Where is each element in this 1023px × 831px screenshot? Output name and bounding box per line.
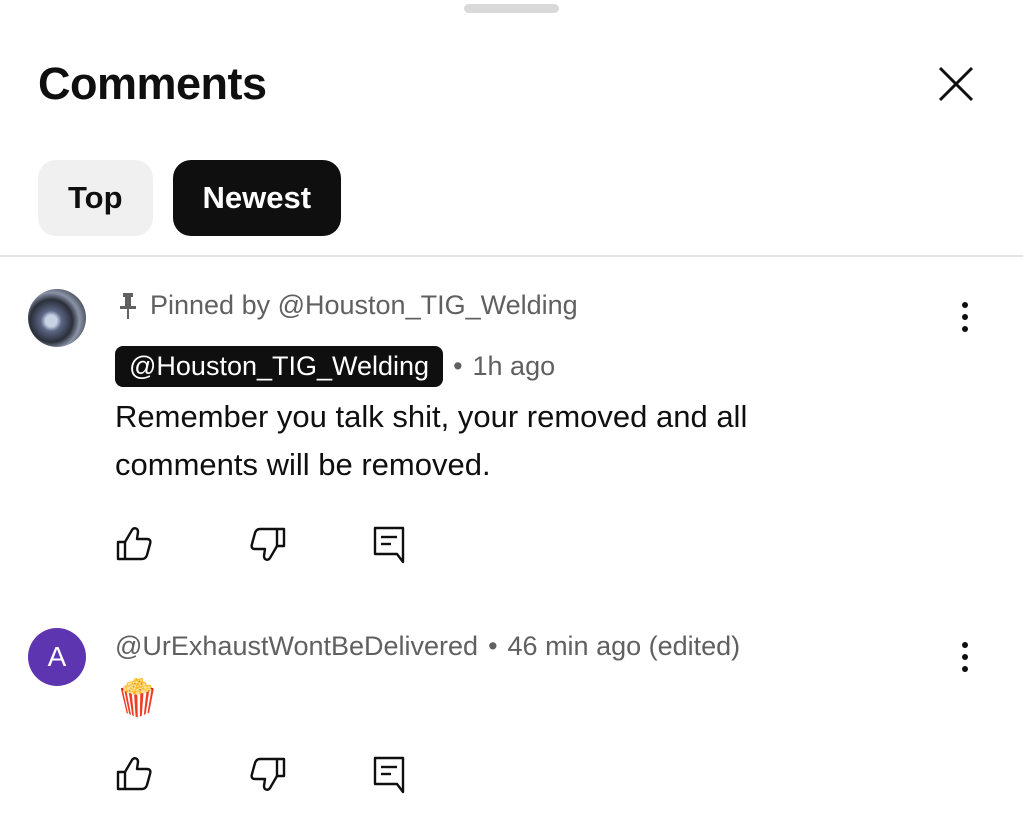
chip-newest[interactable]: Newest bbox=[172, 160, 342, 236]
page-title: Comments bbox=[38, 58, 267, 109]
like-button[interactable] bbox=[114, 754, 154, 794]
comment-text: Remember you talk shit, your removed and… bbox=[115, 399, 748, 482]
avatar[interactable] bbox=[28, 289, 86, 347]
more-vert-icon bbox=[962, 302, 968, 308]
reply-icon bbox=[373, 526, 405, 564]
more-vert-icon bbox=[962, 642, 968, 648]
reply-button[interactable] bbox=[370, 524, 410, 564]
pin-icon bbox=[120, 292, 136, 319]
sort-chips: Top Newest bbox=[38, 160, 342, 236]
thumbs-up-icon bbox=[116, 757, 152, 791]
comment-meta: @Houston_TIG_Welding • 1h ago bbox=[115, 346, 555, 387]
author-name[interactable]: @UrExhaustWontBeDelivered bbox=[115, 631, 478, 662]
comments-sheet: Comments Top Newest Pinned by @Houston_T… bbox=[0, 0, 1023, 831]
close-icon bbox=[938, 66, 974, 102]
pinned-text: Pinned by @Houston_TIG_Welding bbox=[150, 290, 578, 320]
chip-top[interactable]: Top bbox=[38, 160, 153, 236]
like-button[interactable] bbox=[114, 524, 154, 564]
more-options-button[interactable] bbox=[950, 637, 980, 677]
thumbs-down-icon bbox=[250, 757, 286, 791]
comment-time: 1h ago bbox=[472, 351, 556, 381]
meta-separator: • bbox=[488, 631, 498, 661]
comment-time: 46 min ago (edited) bbox=[507, 631, 741, 661]
comment-actions bbox=[114, 524, 410, 564]
dislike-button[interactable] bbox=[248, 524, 288, 564]
avatar-letter: A bbox=[47, 641, 67, 672]
author-name[interactable]: @Houston_TIG_Welding bbox=[115, 346, 444, 387]
reply-button[interactable] bbox=[370, 754, 410, 794]
more-options-button[interactable] bbox=[950, 297, 980, 337]
comment-actions bbox=[114, 754, 410, 794]
thumbs-down-icon bbox=[250, 527, 286, 561]
meta-separator: • bbox=[453, 351, 463, 381]
drag-handle[interactable] bbox=[464, 4, 559, 13]
pinned-label: Pinned by @Houston_TIG_Welding bbox=[118, 290, 578, 321]
divider bbox=[0, 255, 1023, 257]
reply-icon bbox=[373, 756, 405, 794]
thumbs-up-icon bbox=[116, 527, 152, 561]
dislike-button[interactable] bbox=[248, 754, 288, 794]
close-button[interactable] bbox=[934, 62, 978, 106]
avatar[interactable]: A bbox=[28, 628, 86, 686]
comment-text: 🍿 bbox=[115, 677, 160, 718]
comment-meta: @UrExhaustWontBeDelivered • 46 min ago (… bbox=[115, 631, 740, 662]
